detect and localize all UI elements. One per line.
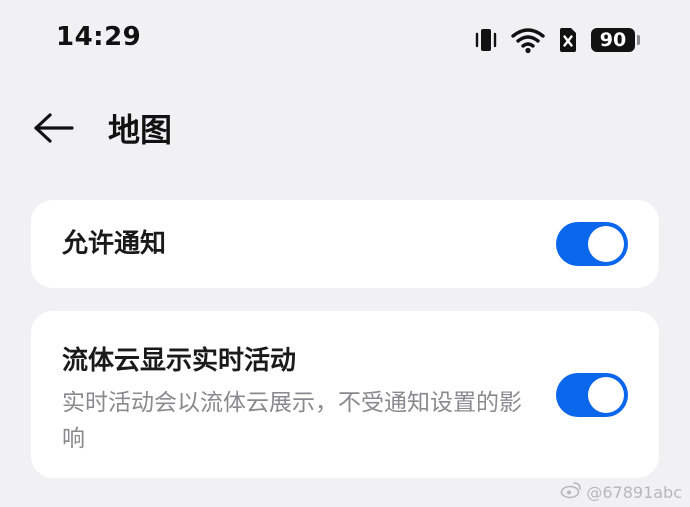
live-activity-label: 流体云显示实时活动 [62,346,297,376]
live-activity-toggle[interactable] [556,373,628,417]
allow-notifications-label: 允许通知 [62,229,167,259]
status-icons: 90 [473,24,640,56]
toggle-knob [588,226,624,262]
weibo-icon [560,481,582,503]
wifi-icon [511,26,545,54]
page-title: 地图 [108,111,173,149]
status-time: 14:29 [56,22,142,52]
live-activity-card: 流体云显示实时活动 实时活动会以流体云展示，不受通知设置的影响 [31,311,659,478]
sim-off-icon [557,26,579,54]
allow-notifications-card: 允许通知 [31,200,659,288]
allow-notifications-toggle[interactable] [556,222,628,266]
header: 地图 [0,100,690,160]
toggle-knob [588,377,624,413]
battery-icon: 90 [591,28,640,52]
back-button[interactable] [30,108,78,152]
status-bar: 14:29 90 [0,0,690,80]
battery-tip [637,35,640,45]
watermark: @67891abc [560,481,682,503]
back-arrow-icon [32,112,76,148]
live-activity-description: 实时活动会以流体云展示，不受通知设置的影响 [62,390,522,452]
battery-level: 90 [591,28,635,52]
vibrate-icon [473,26,499,54]
watermark-text: @67891abc [586,482,682,502]
